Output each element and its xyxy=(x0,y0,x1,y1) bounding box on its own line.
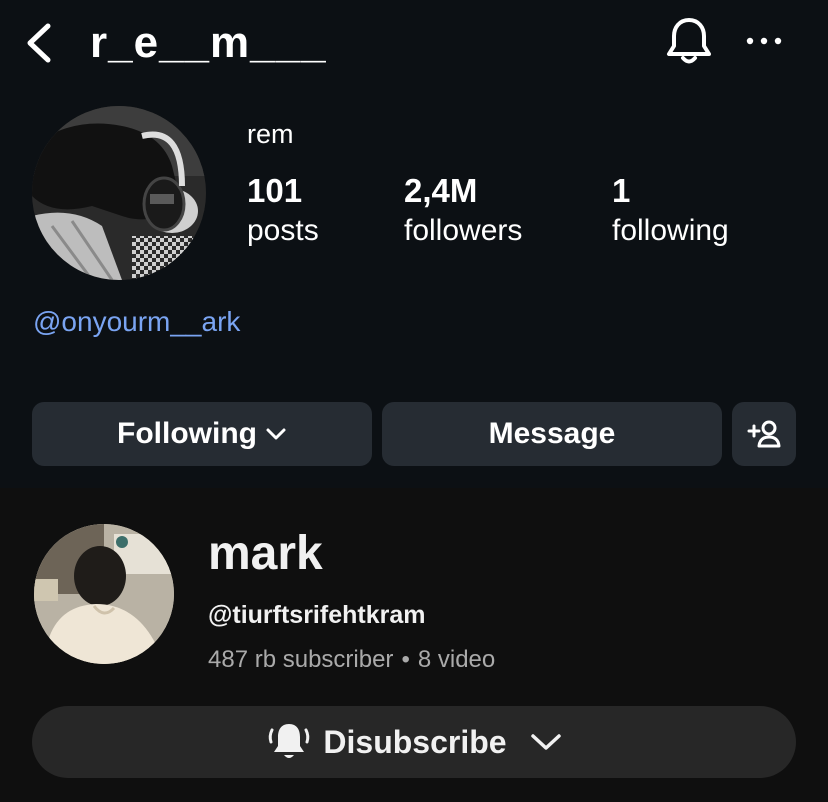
following-button[interactable]: Following xyxy=(32,402,372,466)
posts-count: 101 xyxy=(247,172,303,209)
posts-label: posts xyxy=(247,214,319,247)
profile-username: r_e__m___ xyxy=(90,18,327,67)
following-stat[interactable]: 1 following xyxy=(612,174,729,248)
channel-handle: @tiurftsrifehtkram xyxy=(208,601,426,629)
notification-bell-icon xyxy=(269,724,310,758)
following-label: following xyxy=(612,214,729,247)
channel-name: mark xyxy=(208,527,323,580)
chevron-down-icon xyxy=(266,428,286,440)
video-count: 8 video xyxy=(417,646,496,673)
add-user-icon xyxy=(747,420,781,448)
channel-avatar[interactable] xyxy=(34,524,174,664)
message-button[interactable]: Message xyxy=(382,402,722,466)
subscribe-button-label: Disubscribe xyxy=(323,723,507,760)
followers-label: followers xyxy=(404,214,523,247)
youtube-channel-section: mark @tiurftsrifehtkram 487 rb subscribe… xyxy=(0,488,828,802)
channel-meta: 487 rb subscriber • 8 video xyxy=(208,644,495,676)
subscriber-count: 487 rb subscriber xyxy=(208,646,394,673)
followers-stat[interactable]: 2,4M followers xyxy=(404,174,522,248)
back-icon[interactable] xyxy=(20,18,60,68)
message-button-label: Message xyxy=(488,417,616,450)
instagram-profile-section: r_e__m___ rem 101 posts 2,4M followers 1… xyxy=(0,0,828,488)
display-name: rem xyxy=(247,119,294,149)
followers-count: 2,4M xyxy=(404,172,478,209)
mention-link[interactable]: @onyourm__ark xyxy=(33,302,240,342)
bell-icon[interactable] xyxy=(664,14,714,68)
add-user-button[interactable] xyxy=(732,402,796,466)
posts-stat[interactable]: 101 posts xyxy=(247,174,319,248)
chevron-down-icon xyxy=(530,734,561,750)
separator-dot: • xyxy=(401,646,410,673)
following-button-label: Following xyxy=(117,417,257,450)
following-count: 1 xyxy=(612,172,631,209)
avatar[interactable] xyxy=(32,106,206,280)
subscribe-button[interactable]: Disubscribe xyxy=(32,706,796,778)
more-icon[interactable] xyxy=(742,26,786,56)
